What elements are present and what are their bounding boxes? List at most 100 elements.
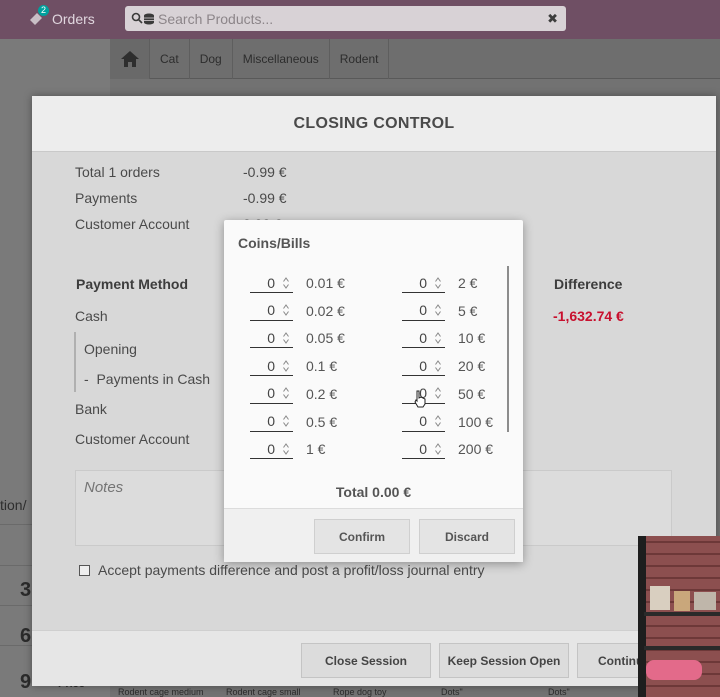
coin-quantity-value: 0 xyxy=(267,440,275,457)
spinner-icon[interactable] xyxy=(435,304,441,317)
product-name: Dots" xyxy=(441,687,463,697)
coin-quantity-value: 0 xyxy=(419,440,427,457)
spinner-icon[interactable] xyxy=(435,359,441,372)
order-pane-fragment: tion/ xyxy=(0,497,27,513)
accept-difference-label: Accept payments difference and post a pr… xyxy=(98,562,485,578)
orders-label: Orders xyxy=(52,11,95,27)
coin-quantity-input[interactable]: 0 xyxy=(250,273,293,293)
coin-quantity-input[interactable]: 0 xyxy=(402,356,445,377)
coins-scrollbar[interactable] xyxy=(507,266,509,432)
numpad-key[interactable]: 6 xyxy=(20,625,31,648)
coins-bills-title: Coins/Bills xyxy=(238,235,311,251)
coin-denomination-label: 0.01 € xyxy=(306,275,345,291)
coins-bills-popup: Coins/Bills 0 0.01 €0 0.02 €0 0.05 €0 0.1 €0… xyxy=(224,220,523,562)
coin-quantity-input[interactable]: 0 xyxy=(402,439,445,460)
ticket-icon: 2 xyxy=(28,5,50,27)
category-cat[interactable]: Cat xyxy=(150,39,190,79)
coin-quantity-value: 0 xyxy=(267,274,275,291)
coin-row: 0 0.5 € xyxy=(250,411,337,433)
coin-denomination-label: 50 € xyxy=(458,385,486,402)
coin-quantity-input[interactable]: 0 xyxy=(250,439,293,460)
coin-quantity-input[interactable]: 0 xyxy=(250,328,293,349)
indent-bar xyxy=(74,332,76,392)
coin-row: 0 5 € xyxy=(402,300,477,322)
coin-row: 0 0.02 € xyxy=(250,300,345,322)
top-bar: 2 Orders ✖ xyxy=(0,0,720,39)
payments-in-cash-label: - Payments in Cash xyxy=(84,371,211,387)
difference-header: Difference xyxy=(554,276,623,292)
keep-session-open-button[interactable]: Keep Session Open xyxy=(439,643,569,678)
payment-method-header: Payment Method xyxy=(76,276,189,292)
coin-denomination-label: 0.1 € xyxy=(306,358,338,375)
coin-quantity-input[interactable]: 0 xyxy=(250,412,293,432)
coin-quantity-input[interactable]: 0 xyxy=(250,356,293,377)
numpad-key[interactable]: 9 xyxy=(20,671,31,694)
search-input[interactable] xyxy=(158,10,548,27)
search-box[interactable]: ✖ xyxy=(125,6,566,31)
coin-quantity-input[interactable]: 0 xyxy=(402,301,445,321)
clear-search-icon[interactable]: ✖ xyxy=(547,11,558,27)
coin-denomination-label: 0.02 € xyxy=(306,302,345,319)
modal-title: CLOSING CONTROL xyxy=(293,114,455,132)
coin-denomination-label: 20 € xyxy=(458,358,486,375)
home-icon xyxy=(120,51,139,67)
coin-quantity-value: 0 xyxy=(267,413,275,429)
coin-denomination-label: 0.5 € xyxy=(306,413,338,430)
spinner-icon[interactable] xyxy=(283,415,289,427)
product-name: Rodent cage medium xyxy=(118,687,204,697)
search-icon xyxy=(131,12,143,24)
modal-header: CLOSING CONTROL xyxy=(32,96,716,152)
coin-row: 0 1 € xyxy=(250,438,325,460)
coins-total: Total 0.00 € xyxy=(335,484,412,500)
spinner-icon[interactable] xyxy=(283,387,289,400)
coin-quantity-value: 0 xyxy=(419,329,427,346)
cash-difference-value: -1,632.74 € xyxy=(553,308,624,324)
spinner-icon[interactable] xyxy=(435,415,441,427)
spinner-icon[interactable] xyxy=(283,359,289,372)
coin-row: 0 2 € xyxy=(402,272,477,294)
spinner-icon[interactable] xyxy=(435,276,441,289)
coin-quantity-input[interactable]: 0 xyxy=(402,273,445,293)
orders-count-badge: 2 xyxy=(38,5,50,16)
coin-denomination-label: 5 € xyxy=(458,302,478,319)
coin-row: 0 0.01 € xyxy=(250,272,345,294)
summary-label: Total 1 orders xyxy=(75,164,160,180)
coin-row: 0 0.05 € xyxy=(250,327,345,349)
category-dog[interactable]: Dog xyxy=(190,39,233,79)
orders-button[interactable]: 2 Orders xyxy=(28,5,95,30)
accept-difference-checkbox[interactable] xyxy=(79,564,90,576)
category-miscellaneous[interactable]: Miscellaneous xyxy=(233,39,330,79)
coin-denomination-label: 200 € xyxy=(458,441,494,458)
spinner-icon[interactable] xyxy=(283,442,289,455)
coin-denomination-label: 100 € xyxy=(458,413,494,430)
spinner-icon[interactable] xyxy=(435,387,441,400)
coin-quantity-value: 0 xyxy=(419,413,427,429)
coin-quantity-value: 0 xyxy=(419,357,427,374)
close-session-button[interactable]: Close Session xyxy=(301,643,431,678)
webcam-preview xyxy=(638,536,720,697)
coin-quantity-input[interactable]: 0 xyxy=(402,412,445,432)
accept-difference-row[interactable]: Accept payments difference and post a pr… xyxy=(79,562,485,578)
home-category-button[interactable] xyxy=(110,39,150,79)
coin-quantity-input[interactable]: 0 xyxy=(402,328,445,349)
customer-account-label: Customer Account xyxy=(75,431,190,447)
coin-row: 0 10 € xyxy=(402,327,485,349)
coin-quantity-input[interactable]: 0 xyxy=(250,384,293,404)
discard-button[interactable]: Discard xyxy=(419,519,515,554)
spinner-icon[interactable] xyxy=(283,276,289,289)
coin-denomination-label: 0.2 € xyxy=(306,385,338,402)
category-rodent[interactable]: Rodent xyxy=(330,39,390,79)
category-bar: Cat Dog Miscellaneous Rodent xyxy=(110,39,720,79)
spinner-icon[interactable] xyxy=(435,332,441,344)
product-name: Rope dog toy xyxy=(333,687,387,697)
confirm-button[interactable]: Confirm xyxy=(314,519,410,554)
product-name: Rodent cage small xyxy=(226,687,301,697)
spinner-icon[interactable] xyxy=(435,442,441,455)
cash-label: Cash xyxy=(75,308,108,324)
coin-quantity-input[interactable]: 0 xyxy=(250,301,293,321)
spinner-icon[interactable] xyxy=(283,332,289,344)
spinner-icon[interactable] xyxy=(283,304,289,317)
coin-denomination-label: 2 € xyxy=(458,275,478,291)
coin-quantity-value: 0 xyxy=(419,302,427,319)
numpad-key[interactable]: 3 xyxy=(20,579,31,602)
